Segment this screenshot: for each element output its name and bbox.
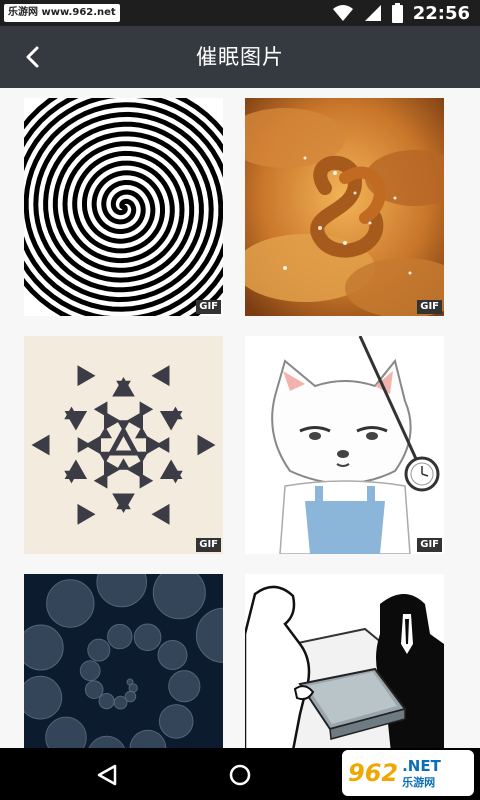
watermark-logo: 962 .NET 乐游网 [342,750,474,796]
image-card-cat-pendulum[interactable]: GIF [245,336,444,554]
image-card-triangle-pattern[interactable]: GIF [24,336,223,554]
image-card-pretzel[interactable]: GIF [245,98,444,316]
nav-bar: 962 .NET 乐游网 [0,748,480,800]
watermark-text: 乐游网 www.962.net [4,4,120,22]
page-title: 催眠图片 [196,45,284,69]
briefcase-scene-image [245,574,444,748]
nav-back-button[interactable] [90,758,124,792]
watermark-number: 962 [348,759,399,787]
gif-badge: GIF [417,300,442,314]
moon-spiral-image [24,574,223,748]
battery-icon [391,3,403,23]
image-card-briefcase-scene[interactable] [245,574,444,748]
cat-pendulum-image [245,336,444,554]
back-triangle-icon [97,764,117,786]
spiral-image [24,98,223,316]
gif-badge: GIF [196,538,221,552]
watermark-cn: 乐游网 [402,775,436,789]
status-time: 22:56 [412,2,470,24]
triangle-pattern-image [24,336,223,554]
image-card-moon-spiral[interactable] [24,574,223,748]
status-icons: 22:56 [332,0,470,26]
signal-icon [364,5,381,21]
status-bar: 乐游网 www.962.net 22:56 [0,0,480,26]
wifi-icon [332,5,353,21]
pretzel-image [245,98,444,316]
app-bar: 催眠图片 [0,26,480,88]
gif-badge: GIF [196,300,221,314]
home-circle-icon [229,764,251,786]
image-card-spiral[interactable]: GIF [24,98,223,316]
image-grid: GIF GIF GIF GIF [0,88,480,748]
gif-badge: GIF [417,538,442,552]
watermark-net: .NET [402,756,441,775]
nav-home-button[interactable] [223,758,257,792]
